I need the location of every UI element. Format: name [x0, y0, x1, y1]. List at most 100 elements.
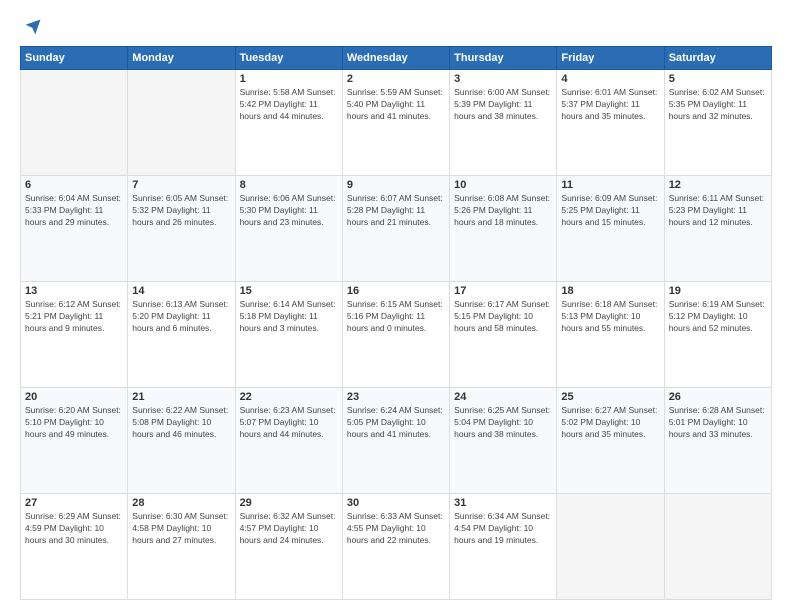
- calendar-cell: 30Sunrise: 6:33 AM Sunset: 4:55 PM Dayli…: [342, 494, 449, 600]
- day-info: Sunrise: 6:00 AM Sunset: 5:39 PM Dayligh…: [454, 87, 552, 123]
- calendar-cell: 2 Sunrise: 5:59 AM Sunset: 5:40 PM Daylig…: [342, 70, 449, 176]
- day-number: 20: [25, 391, 123, 403]
- day-number: 13: [25, 285, 123, 297]
- calendar-cell: 12Sunrise: 6:11 AM Sunset: 5:23 PM Dayli…: [664, 176, 771, 282]
- calendar-header-monday: Monday: [128, 47, 235, 70]
- day-info: Sunrise: 6:17 AM Sunset: 5:15 PM Dayligh…: [454, 299, 552, 335]
- calendar-cell: [128, 70, 235, 176]
- calendar-header-row: SundayMondayTuesdayWednesdayThursdayFrid…: [21, 47, 772, 70]
- day-number: 22: [240, 391, 338, 403]
- calendar-cell: 28 Sunrise: 6:30 AM Sunset: 4:58 PM Dayli…: [128, 494, 235, 600]
- day-number: 12: [669, 179, 767, 191]
- day-number: 5: [669, 73, 767, 85]
- day-number: 9: [347, 179, 445, 191]
- calendar-week-5: 27 Sunrise: 6:29 AM Sunset: 4:59 PM Dayli…: [21, 494, 772, 600]
- day-info: Sunrise: 6:32 AM Sunset: 4:57 PM Dayligh…: [240, 511, 338, 547]
- day-info: Sunrise: 6:12 AM Sunset: 5:21 PM Dayligh…: [25, 299, 123, 335]
- day-number: 14: [132, 285, 230, 297]
- calendar-header-wednesday: Wednesday: [342, 47, 449, 70]
- day-info: Sunrise: 6:33 AM Sunset: 4:55 PM Dayligh…: [347, 511, 445, 547]
- day-info: Sunrise: 5:59 AM Sunset: 5:40 PM Dayligh…: [347, 87, 445, 123]
- day-info: Sunrise: 6:30 AM Sunset: 4:58 PM Dayligh…: [132, 511, 230, 547]
- calendar-week-1: 1 Sunrise: 5:58 AM Sunset: 5:42 PM Daylig…: [21, 70, 772, 176]
- day-info: Sunrise: 6:15 AM Sunset: 5:16 PM Dayligh…: [347, 299, 445, 335]
- day-info: Sunrise: 6:22 AM Sunset: 5:08 PM Dayligh…: [132, 405, 230, 441]
- calendar-cell: 27 Sunrise: 6:29 AM Sunset: 4:59 PM Dayli…: [21, 494, 128, 600]
- day-number: 4: [561, 73, 659, 85]
- calendar-cell: 20Sunrise: 6:20 AM Sunset: 5:10 PM Dayli…: [21, 388, 128, 494]
- calendar-cell: 26 Sunrise: 6:28 AM Sunset: 5:01 PM Dayli…: [664, 388, 771, 494]
- day-number: 29: [240, 497, 338, 509]
- day-info: Sunrise: 6:13 AM Sunset: 5:20 PM Dayligh…: [132, 299, 230, 335]
- day-number: 10: [454, 179, 552, 191]
- day-info: Sunrise: 6:23 AM Sunset: 5:07 PM Dayligh…: [240, 405, 338, 441]
- day-info: Sunrise: 6:29 AM Sunset: 4:59 PM Dayligh…: [25, 511, 123, 547]
- calendar-cell: 16 Sunrise: 6:15 AM Sunset: 5:16 PM Dayli…: [342, 282, 449, 388]
- calendar-week-3: 13 Sunrise: 6:12 AM Sunset: 5:21 PM Dayli…: [21, 282, 772, 388]
- day-number: 6: [25, 179, 123, 191]
- day-number: 24: [454, 391, 552, 403]
- page: SundayMondayTuesdayWednesdayThursdayFrid…: [0, 0, 792, 612]
- day-info: Sunrise: 6:08 AM Sunset: 5:26 PM Dayligh…: [454, 193, 552, 229]
- logo-bird-icon: [24, 18, 42, 36]
- calendar-cell: 5 Sunrise: 6:02 AM Sunset: 5:35 PM Daylig…: [664, 70, 771, 176]
- calendar-cell: 13 Sunrise: 6:12 AM Sunset: 5:21 PM Dayli…: [21, 282, 128, 388]
- day-number: 26: [669, 391, 767, 403]
- calendar-header-tuesday: Tuesday: [235, 47, 342, 70]
- day-number: 16: [347, 285, 445, 297]
- day-info: Sunrise: 6:14 AM Sunset: 5:18 PM Dayligh…: [240, 299, 338, 335]
- day-info: Sunrise: 6:06 AM Sunset: 5:30 PM Dayligh…: [240, 193, 338, 229]
- day-number: 31: [454, 497, 552, 509]
- calendar-cell: 25 Sunrise: 6:27 AM Sunset: 5:02 PM Dayli…: [557, 388, 664, 494]
- day-info: Sunrise: 5:58 AM Sunset: 5:42 PM Dayligh…: [240, 87, 338, 123]
- calendar-cell: 8Sunrise: 6:06 AM Sunset: 5:30 PM Daylig…: [235, 176, 342, 282]
- day-info: Sunrise: 6:27 AM Sunset: 5:02 PM Dayligh…: [561, 405, 659, 441]
- calendar-cell: 9 Sunrise: 6:07 AM Sunset: 5:28 PM Daylig…: [342, 176, 449, 282]
- calendar-cell: [557, 494, 664, 600]
- day-number: 21: [132, 391, 230, 403]
- calendar-cell: 21 Sunrise: 6:22 AM Sunset: 5:08 PM Dayli…: [128, 388, 235, 494]
- calendar-cell: 29 Sunrise: 6:32 AM Sunset: 4:57 PM Dayli…: [235, 494, 342, 600]
- calendar-cell: 17 Sunrise: 6:17 AM Sunset: 5:15 PM Dayli…: [450, 282, 557, 388]
- day-number: 17: [454, 285, 552, 297]
- day-info: Sunrise: 6:01 AM Sunset: 5:37 PM Dayligh…: [561, 87, 659, 123]
- day-number: 1: [240, 73, 338, 85]
- calendar-cell: 18 Sunrise: 6:18 AM Sunset: 5:13 PM Dayli…: [557, 282, 664, 388]
- day-info: Sunrise: 6:05 AM Sunset: 5:32 PM Dayligh…: [132, 193, 230, 229]
- day-number: 15: [240, 285, 338, 297]
- logo: [20, 18, 42, 36]
- day-info: Sunrise: 6:25 AM Sunset: 5:04 PM Dayligh…: [454, 405, 552, 441]
- calendar-cell: 14 Sunrise: 6:13 AM Sunset: 5:20 PM Dayli…: [128, 282, 235, 388]
- day-number: 28: [132, 497, 230, 509]
- calendar-header-thursday: Thursday: [450, 47, 557, 70]
- day-number: 3: [454, 73, 552, 85]
- calendar-cell: [664, 494, 771, 600]
- day-info: Sunrise: 6:07 AM Sunset: 5:28 PM Dayligh…: [347, 193, 445, 229]
- day-info: Sunrise: 6:19 AM Sunset: 5:12 PM Dayligh…: [669, 299, 767, 335]
- calendar-header-sunday: Sunday: [21, 47, 128, 70]
- calendar-cell: 19 Sunrise: 6:19 AM Sunset: 5:12 PM Dayli…: [664, 282, 771, 388]
- calendar-cell: 1 Sunrise: 5:58 AM Sunset: 5:42 PM Daylig…: [235, 70, 342, 176]
- calendar-cell: 7 Sunrise: 6:05 AM Sunset: 5:32 PM Daylig…: [128, 176, 235, 282]
- calendar-week-2: 6Sunrise: 6:04 AM Sunset: 5:33 PM Daylig…: [21, 176, 772, 282]
- day-info: Sunrise: 6:24 AM Sunset: 5:05 PM Dayligh…: [347, 405, 445, 441]
- day-number: 2: [347, 73, 445, 85]
- calendar-week-4: 20Sunrise: 6:20 AM Sunset: 5:10 PM Dayli…: [21, 388, 772, 494]
- day-info: Sunrise: 6:02 AM Sunset: 5:35 PM Dayligh…: [669, 87, 767, 123]
- header: [20, 18, 772, 36]
- calendar-cell: 3 Sunrise: 6:00 AM Sunset: 5:39 PM Daylig…: [450, 70, 557, 176]
- day-info: Sunrise: 6:09 AM Sunset: 5:25 PM Dayligh…: [561, 193, 659, 229]
- day-info: Sunrise: 6:18 AM Sunset: 5:13 PM Dayligh…: [561, 299, 659, 335]
- calendar-cell: 31Sunrise: 6:34 AM Sunset: 4:54 PM Dayli…: [450, 494, 557, 600]
- calendar-cell: 6Sunrise: 6:04 AM Sunset: 5:33 PM Daylig…: [21, 176, 128, 282]
- day-number: 7: [132, 179, 230, 191]
- day-number: 18: [561, 285, 659, 297]
- day-info: Sunrise: 6:28 AM Sunset: 5:01 PM Dayligh…: [669, 405, 767, 441]
- calendar-header-friday: Friday: [557, 47, 664, 70]
- calendar-cell: [21, 70, 128, 176]
- calendar-table: SundayMondayTuesdayWednesdayThursdayFrid…: [20, 46, 772, 600]
- calendar-cell: 22 Sunrise: 6:23 AM Sunset: 5:07 PM Dayli…: [235, 388, 342, 494]
- day-number: 27: [25, 497, 123, 509]
- day-number: 25: [561, 391, 659, 403]
- day-number: 19: [669, 285, 767, 297]
